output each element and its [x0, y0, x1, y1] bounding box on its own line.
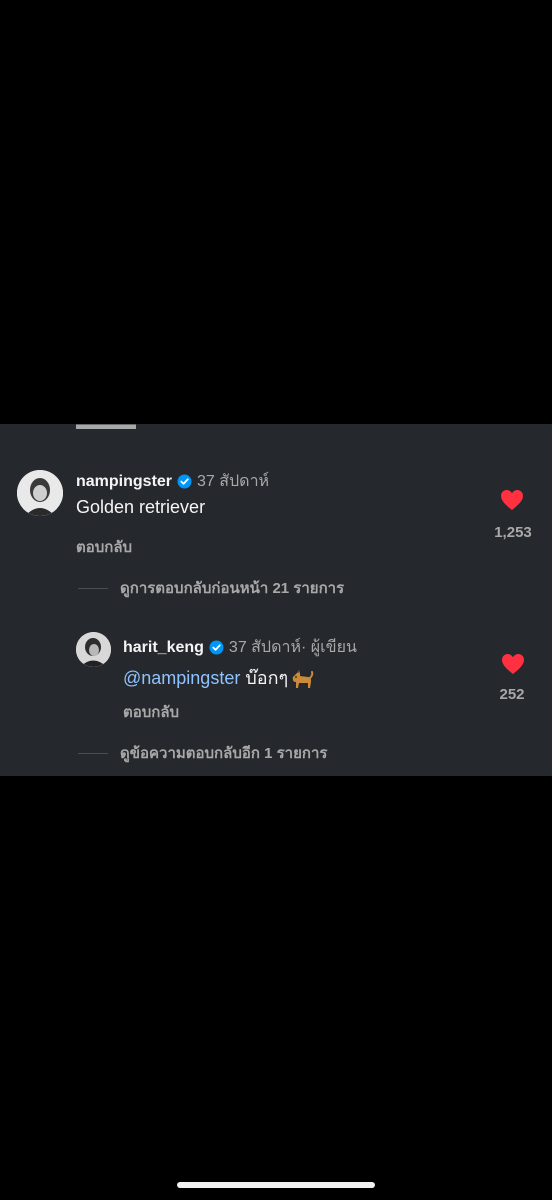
- verified-badge-icon: [177, 474, 192, 489]
- view-more-replies-button[interactable]: ดูข้อความตอบกลับอีก 1 รายการ: [78, 741, 327, 765]
- reply-like-count: 252: [499, 686, 525, 703]
- view-more-replies-label: ดูข้อความตอบกลับอีก 1 รายการ: [120, 745, 328, 762]
- comment-reply-button[interactable]: ตอบกลับ: [76, 535, 132, 559]
- heart-icon[interactable]: [500, 489, 524, 511]
- comment-like-count: 1,253: [494, 524, 532, 541]
- reply-username[interactable]: harit_keng: [123, 639, 204, 657]
- view-previous-replies-label: ดูการตอบกลับก่อนหน้า 21 รายการ: [120, 580, 345, 597]
- reply-header: harit_keng 37 สัปดาห์ · ผู้เขียน: [123, 635, 357, 660]
- reply-time: 37 สัปดาห์: [228, 639, 302, 656]
- comment-text: Golden retriever: [76, 497, 206, 517]
- reply-text: @nampingster บ๊อกๆ: [123, 663, 314, 692]
- dog-emoji: [290, 668, 314, 690]
- comment-header: nampingster 37 สัปดาห์: [76, 469, 269, 494]
- comment-time: 37 สัปดาห์: [197, 473, 270, 490]
- reply-reply-button[interactable]: ตอบกลับ: [123, 700, 179, 724]
- cutoff-text: ▬▬▬▬: [76, 424, 136, 433]
- comment-username[interactable]: nampingster: [76, 473, 172, 491]
- verified-badge-icon: [209, 640, 224, 655]
- commenter-avatar[interactable]: [17, 470, 63, 516]
- mention-link[interactable]: @nampingster: [123, 668, 240, 688]
- comments-panel: ▬▬▬▬ nampingster 37 สัปดาห์ Golden retri…: [0, 424, 552, 776]
- divider-dash: [78, 587, 108, 589]
- reply-body: บ๊อกๆ: [240, 668, 289, 688]
- reply-author-avatar[interactable]: [76, 632, 111, 667]
- heart-icon[interactable]: [501, 653, 525, 675]
- author-tag: · ผู้เขียน: [301, 639, 357, 656]
- view-previous-replies-button[interactable]: ดูการตอบกลับก่อนหน้า 21 รายการ: [78, 576, 344, 600]
- home-indicator[interactable]: [177, 1182, 375, 1188]
- divider-dash: [78, 752, 108, 754]
